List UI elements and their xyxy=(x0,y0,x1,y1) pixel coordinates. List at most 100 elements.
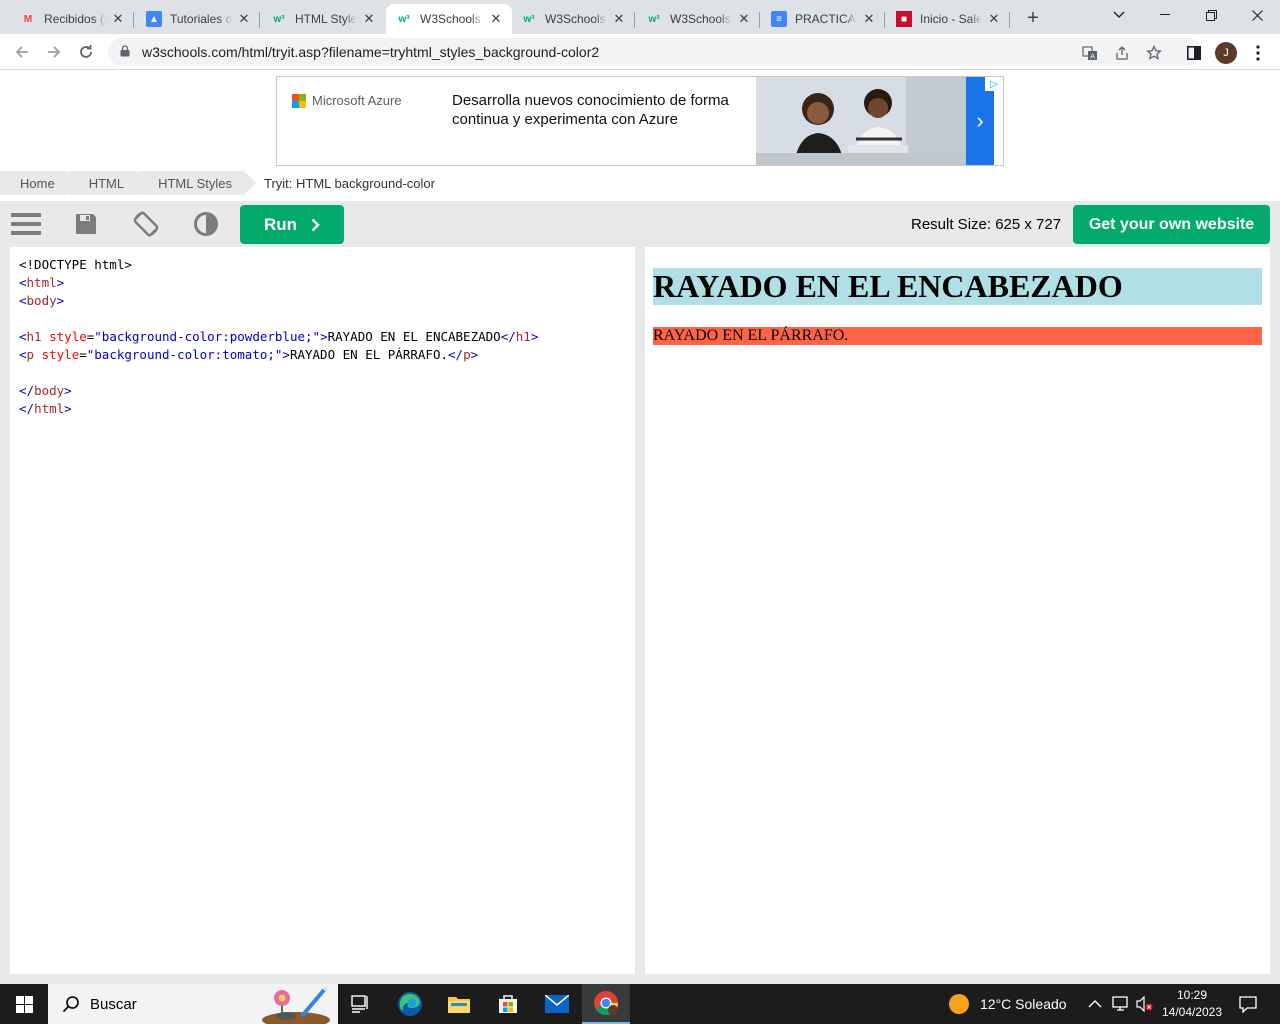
tab-title: W3Schools xyxy=(420,12,481,26)
save-icon[interactable] xyxy=(71,209,101,239)
code-text[interactable]: <!DOCTYPE html> <html> <body> <h1 style="ba… xyxy=(19,256,538,418)
code-line: <h1 style="background-color:powderblue;"… xyxy=(19,328,538,346)
code-line: <html> xyxy=(19,274,538,292)
tab-title: W3Schools xyxy=(545,12,606,26)
kebab-menu-icon xyxy=(1256,45,1260,61)
translate-icon[interactable]: A xyxy=(1079,42,1101,64)
code-token: > xyxy=(282,347,290,362)
tab-title: Inicio - Sale xyxy=(920,12,982,26)
minimize-button[interactable] xyxy=(1142,0,1188,30)
code-token: style xyxy=(34,347,80,362)
back-button[interactable] xyxy=(8,38,36,66)
store-app[interactable] xyxy=(484,984,532,1024)
browser-tab[interactable]: w³ HTML Styles ✕ xyxy=(261,4,385,34)
close-tab-icon[interactable]: ✕ xyxy=(488,11,504,27)
chevron-up-icon[interactable] xyxy=(1088,999,1102,1009)
browser-tab[interactable]: w³ W3Schools ✕ xyxy=(511,4,635,34)
tryit-panels: <!DOCTYPE html> <html> <body> <h1 style="ba… xyxy=(0,247,1280,984)
breadcrumb-current: Tryit: HTML background-color xyxy=(264,175,435,191)
close-tab-icon[interactable]: ✕ xyxy=(986,11,1002,27)
close-window-button[interactable] xyxy=(1234,0,1280,30)
notifications-button[interactable] xyxy=(1226,984,1270,1024)
browser-tab[interactable]: w³ W3Schools ✕ xyxy=(386,4,512,34)
network-icon[interactable] xyxy=(1112,996,1130,1012)
taskbar: Buscar 12°C Soleado 10:29 14/04/2023 xyxy=(0,984,1280,1024)
code-token: "background-color:powderblue;" xyxy=(94,329,321,344)
code-token: <!DOCTYPE html> xyxy=(19,257,132,272)
code-token: body xyxy=(26,293,57,308)
tab-search-button[interactable] xyxy=(1096,0,1142,30)
get-your-own-website-button[interactable]: Get your own website xyxy=(1073,205,1270,244)
close-tab-icon[interactable]: ✕ xyxy=(611,11,627,27)
adchoices-icon[interactable]: ▷ xyxy=(985,77,1003,91)
mail-app[interactable] xyxy=(533,984,581,1024)
chrome-app[interactable] xyxy=(582,984,630,1024)
code-token: > xyxy=(64,383,72,398)
side-panel-button[interactable] xyxy=(1181,40,1207,66)
edge-app[interactable] xyxy=(386,984,434,1024)
reload-icon xyxy=(80,45,92,58)
close-icon xyxy=(1251,9,1263,21)
tab-separator xyxy=(1009,12,1010,28)
volume-muted-icon[interactable] xyxy=(1136,996,1154,1012)
breadcrumb-home[interactable]: Home xyxy=(0,171,79,195)
arrow-right-icon xyxy=(48,46,61,58)
close-tab-icon[interactable]: ✕ xyxy=(236,11,252,27)
browser-tab[interactable]: ▲ Tutoriales de ✕ xyxy=(136,4,260,34)
weather-widget[interactable]: 12°C Soleado xyxy=(948,984,1067,1024)
clock[interactable]: 10:29 14/04/2023 xyxy=(1160,987,1224,1021)
menu-icon[interactable] xyxy=(11,209,41,239)
restore-button[interactable] xyxy=(1188,0,1234,30)
code-token: p xyxy=(26,347,35,362)
task-view-button[interactable] xyxy=(336,984,384,1024)
code-token: RAYADO EN EL PÁRRAFO. xyxy=(289,347,448,362)
browser-tab[interactable]: ≡ PRACTICAN ✕ xyxy=(761,4,885,34)
code-editor[interactable]: <!DOCTYPE html> <html> <body> <h1 style="ba… xyxy=(10,247,635,974)
code-line: <!DOCTYPE html> xyxy=(19,256,538,274)
run-button-label: Run xyxy=(263,214,298,234)
clock-date: 14/04/2023 xyxy=(1161,1005,1223,1019)
bookmark-star-icon[interactable] xyxy=(1143,42,1165,64)
tab-separator xyxy=(884,12,885,28)
ad-brand-label: Microsoft Azure xyxy=(312,93,402,108)
close-tab-icon[interactable]: ✕ xyxy=(861,11,877,27)
task-view-icon xyxy=(351,995,368,1013)
chrome-icon xyxy=(594,991,618,1016)
code-token: </ xyxy=(19,383,35,398)
code-token: > xyxy=(470,347,479,362)
ad-banner[interactable]: Microsoft Azure Desarrolla nuevos conoci… xyxy=(276,76,1004,166)
taskbar-search[interactable]: Buscar xyxy=(48,984,338,1024)
result-frame[interactable]: RAYADO EN EL ENCABEZADO RAYADO EN EL PÁR… xyxy=(645,247,1270,974)
breadcrumb-html[interactable]: HTML xyxy=(68,171,149,195)
code-token: p xyxy=(463,347,471,362)
new-tab-button[interactable]: + xyxy=(1020,6,1046,30)
menu-button[interactable] xyxy=(1245,40,1271,66)
w3schools-icon: w³ xyxy=(648,13,660,25)
browser-tab[interactable]: ■ Inicio - Sale ✕ xyxy=(886,4,1010,34)
rotate-orientation-icon[interactable] xyxy=(131,209,161,239)
breadcrumb: Home HTML HTML Styles Tryit: HTML backgr… xyxy=(0,171,435,195)
code-token: html xyxy=(34,401,65,416)
run-button[interactable]: Run xyxy=(240,205,344,244)
share-icon[interactable] xyxy=(1111,42,1133,64)
breadcrumb-html-styles[interactable]: HTML Styles xyxy=(138,171,256,195)
profile-button[interactable]: J xyxy=(1213,40,1239,66)
close-tab-icon[interactable]: ✕ xyxy=(736,11,752,27)
close-tab-icon[interactable]: ✕ xyxy=(110,11,126,27)
code-token: > xyxy=(56,275,65,290)
start-button[interactable] xyxy=(0,984,48,1024)
code-token: RAYADO EN EL ENCABEZADO xyxy=(327,329,501,344)
reload-button[interactable] xyxy=(72,38,100,66)
w3schools-icon: w³ xyxy=(273,13,285,25)
browser-tab[interactable]: M Recibidos (8 ✕ xyxy=(10,4,134,34)
forward-button[interactable] xyxy=(40,38,68,66)
theme-contrast-icon[interactable] xyxy=(191,209,221,239)
file-explorer-app[interactable] xyxy=(435,984,483,1024)
code-token: < xyxy=(19,275,27,290)
url-text: w3schools.com/html/tryit.asp?filename=tr… xyxy=(142,44,600,60)
tab-separator xyxy=(634,12,635,28)
browser-tab[interactable]: w³ W3Schools ✕ xyxy=(636,4,760,34)
close-tab-icon[interactable]: ✕ xyxy=(361,11,377,27)
address-bar[interactable]: w3schools.com/html/tryit.asp?filename=tr… xyxy=(108,38,1202,66)
